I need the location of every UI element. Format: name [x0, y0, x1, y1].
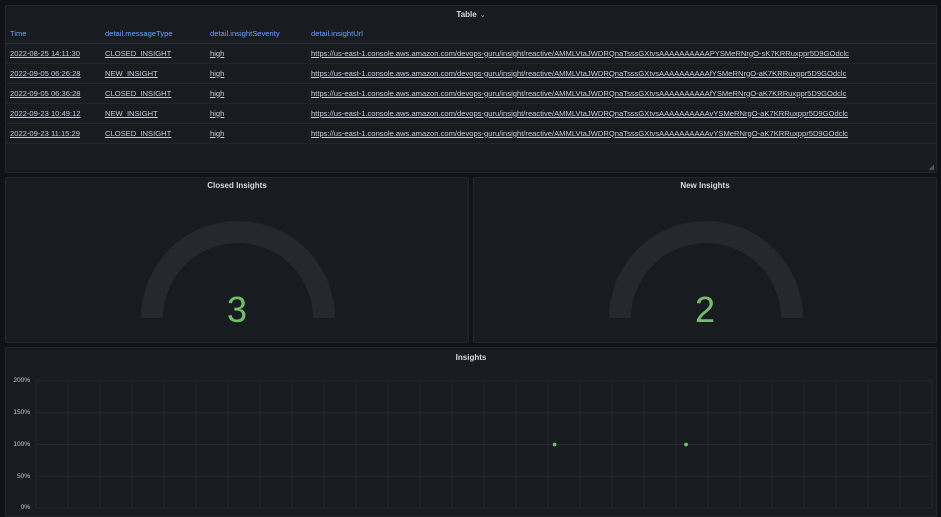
data-point[interactable] [684, 442, 688, 447]
cell-url[interactable]: https://us-east-1.console.aws.amazon.com… [307, 63, 936, 84]
cell-url[interactable]: https://us-east-1.console.aws.amazon.com… [307, 123, 936, 144]
table-row: 2022-09-23 10:49:12 NEW_INSIGHT high htt… [6, 103, 936, 124]
cell-message-type[interactable]: CLOSED_INSIGHT [101, 83, 206, 104]
resize-handle-icon[interactable]: ◢ [929, 163, 934, 171]
cell-time[interactable]: 2022-09-05 06:26:28 [6, 63, 101, 84]
cell-message-type[interactable]: NEW_INSIGHT [101, 63, 206, 84]
table-title[interactable]: Table [456, 10, 476, 19]
cell-time[interactable]: 2022-09-05 06:36:28 [6, 83, 101, 104]
data-point[interactable] [552, 442, 557, 447]
new-insights-title[interactable]: New Insights [474, 178, 936, 194]
cell-message-type[interactable]: CLOSED_INSIGHT [101, 123, 206, 144]
panel-title-table[interactable]: Table ⌄ [6, 6, 936, 24]
cell-time[interactable]: 2022-08-25 14:11:30 [6, 43, 101, 64]
cell-severity[interactable]: high [206, 63, 307, 84]
column-header-insight-url[interactable]: detail.insightUrl [307, 24, 936, 44]
column-header-message-type[interactable]: detail.messageType [101, 24, 206, 44]
cell-url[interactable]: https://us-east-1.console.aws.amazon.com… [307, 103, 936, 124]
table-header-row: Time detail.messageType detail.insightSe… [6, 24, 936, 44]
chevron-down-icon[interactable]: ⌄ [480, 12, 486, 19]
new-insights-value: 2 [694, 289, 716, 330]
table-row: 2022-09-05 06:36:28 CLOSED_INSIGHT high … [6, 83, 936, 104]
table-row: 2022-09-05 06:26:28 NEW_INSIGHT high htt… [6, 63, 936, 84]
new-insights-panel: New Insights 2 [473, 177, 937, 343]
cell-message-type[interactable]: CLOSED_INSIGHT [101, 43, 206, 64]
cell-severity[interactable]: high [206, 43, 307, 64]
cell-url[interactable]: https://us-east-1.console.aws.amazon.com… [307, 83, 936, 104]
closed-insights-value: 3 [226, 289, 248, 330]
closed-insights-panel: Closed Insights 3 [5, 177, 469, 343]
cell-severity[interactable]: high [206, 103, 307, 124]
table-row: 2022-09-23 11:15:29 CLOSED_INSIGHT high … [6, 123, 936, 144]
table-panel: Table ⌄ Time detail.messageType detail.in… [5, 5, 937, 173]
insights-table: Time detail.messageType detail.insightSe… [6, 24, 936, 144]
cell-time[interactable]: 2022-09-23 11:15:29 [6, 123, 101, 144]
cell-severity[interactable]: high [206, 123, 307, 144]
cell-url[interactable]: https://us-east-1.console.aws.amazon.com… [307, 43, 936, 64]
cell-time[interactable]: 2022-09-23 10:49:12 [6, 103, 101, 124]
insights-plot-area[interactable] [6, 348, 937, 517]
cell-severity[interactable]: high [206, 83, 307, 104]
column-header-time[interactable]: Time [6, 24, 101, 44]
table-row: 2022-08-25 14:11:30 CLOSED_INSIGHT high … [6, 43, 936, 64]
column-header-insight-severity[interactable]: detail.insightSeverity [206, 24, 307, 44]
closed-insights-title[interactable]: Closed Insights [6, 178, 468, 194]
insights-panel: Insights 200% 150% 100% 50% 0% [5, 347, 937, 517]
cell-message-type[interactable]: NEW_INSIGHT [101, 103, 206, 124]
